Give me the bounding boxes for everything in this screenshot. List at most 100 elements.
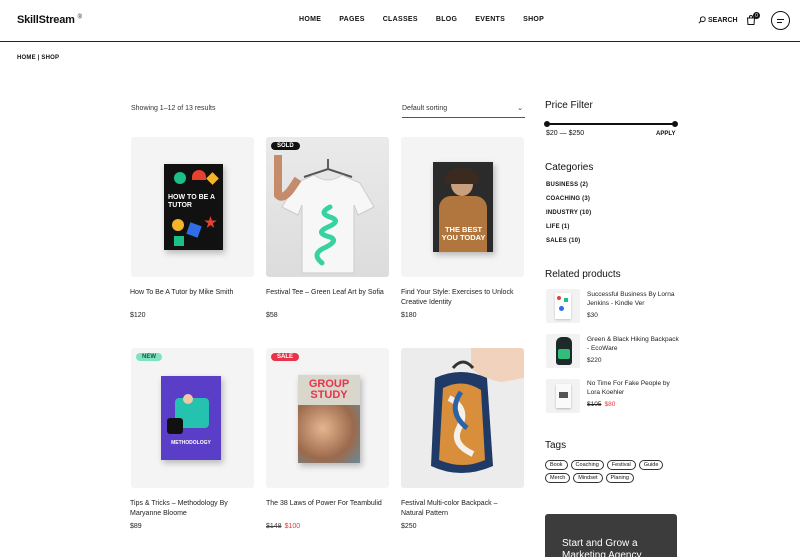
book-title: METHODOLOGY <box>171 440 211 446</box>
product-price: $250 <box>401 523 417 530</box>
related-products-heading: Related products <box>545 269 621 280</box>
backpack-thumbnail <box>556 337 572 365</box>
tag-merch[interactable]: Merch <box>545 473 571 483</box>
search-button[interactable]: SEARCH <box>698 16 738 24</box>
product-price: $180 <box>401 312 417 319</box>
book-cover: THE BEST YOU TODAY <box>433 162 493 252</box>
sorting-value: Default sorting <box>402 105 448 112</box>
category-link-coaching[interactable]: COACHING (3) <box>546 196 590 202</box>
nav-item-pages[interactable]: PAGES <box>339 16 365 23</box>
price-value: $120 <box>130 312 146 319</box>
tag-coaching[interactable]: Coaching <box>570 460 604 470</box>
related-product-price: $105 $80 <box>587 401 615 408</box>
product-image[interactable]: GROUP STUDY SALE <box>266 348 389 488</box>
sorting-select[interactable]: Default sorting ⌄ <box>402 102 525 118</box>
related-product-price: $30 <box>587 312 598 319</box>
category-link-industry[interactable]: INDUSTRY (10) <box>546 210 591 216</box>
related-product-price: $220 <box>587 357 602 364</box>
nav-item-events[interactable]: EVENTS <box>475 16 505 23</box>
sale-price: $100 <box>284 523 301 530</box>
promo-text: Start and Grow a Marketing Agency <box>562 538 642 557</box>
tag-cloud: Book Coaching Festival Guide Merch Minds… <box>545 460 675 483</box>
book-title: GROUP STUDY <box>308 378 350 401</box>
product-price: $58 <box>266 312 278 319</box>
product-price: $89 <box>130 523 142 530</box>
chevron-down-icon: ⌄ <box>517 105 523 112</box>
category-link-business[interactable]: BUSINESS (2) <box>546 182 588 188</box>
shape-decoration <box>186 222 202 238</box>
product-image[interactable]: SOLD <box>266 137 389 277</box>
tags-heading: Tags <box>545 440 567 451</box>
related-product-title[interactable]: Successful Business By Lorna Jenkins - K… <box>587 290 682 308</box>
search-icon <box>698 16 706 24</box>
category-link-life[interactable]: LIFE (1) <box>546 224 570 230</box>
related-product-title[interactable]: No Time For Fake People by Lora Koehler <box>587 379 682 397</box>
product-title[interactable]: Festival Multi-color Backpack – Natural … <box>401 499 521 519</box>
hands-photo <box>298 405 360 463</box>
related-product-thumbnail[interactable] <box>546 334 580 368</box>
tag-planing[interactable]: Planing <box>605 473 634 483</box>
nav-item-blog[interactable]: BLOG <box>436 16 457 23</box>
related-product-title[interactable]: Green & Black Hiking Backpack - EcoWare <box>587 335 682 353</box>
book-cover: GROUP STUDY <box>298 375 360 463</box>
product-title[interactable]: Tips & Tricks – Methodology By Maryanne … <box>130 499 250 519</box>
tag-festival[interactable]: Festival <box>606 460 636 470</box>
sale-price: $80 <box>604 401 616 408</box>
book-thumbnail <box>555 293 571 319</box>
site-header: SkillStream ® HOME PAGES CLASSES BLOG EV… <box>0 0 800 42</box>
t-shirt-photo <box>274 155 375 274</box>
nav-item-classes[interactable]: CLASSES <box>383 16 418 23</box>
hamburger-menu-button[interactable] <box>771 11 790 30</box>
cart-count-badge: 0 <box>753 12 760 19</box>
shape-decoration <box>206 172 219 185</box>
price-value: $250 <box>401 523 417 530</box>
sold-badge: SOLD <box>271 142 300 150</box>
shape-decoration <box>564 298 568 302</box>
result-count: Showing 1–12 of 13 results <box>131 105 216 112</box>
new-badge: NEW <box>136 353 162 361</box>
product-image[interactable]: HOW TO BE A TUTOR <box>131 137 254 277</box>
product-image[interactable] <box>401 348 524 488</box>
book-thumbnail <box>556 384 571 408</box>
product-title[interactable]: How To Be A Tutor by Mike Smith <box>130 288 250 298</box>
nav-item-shop[interactable]: SHOP <box>523 16 544 23</box>
tag-guide[interactable]: Guide <box>638 460 664 470</box>
categories-heading: Categories <box>545 162 594 173</box>
apply-filter-button[interactable]: APPLY <box>656 131 675 137</box>
shape-decoration <box>559 392 568 398</box>
shape-decoration <box>174 236 184 246</box>
backpack-photo <box>431 348 524 473</box>
promo-banner[interactable]: Start and Grow a Marketing Agency <box>545 514 677 557</box>
category-link-sales[interactable]: SALES (10) <box>546 238 580 244</box>
illustration <box>183 394 193 404</box>
portrait-hair <box>445 168 479 184</box>
illustration <box>167 418 183 434</box>
menu-icon <box>777 18 784 20</box>
product-price: $148 $100 <box>266 523 300 530</box>
sale-badge: SALE <box>271 353 300 361</box>
search-label: SEARCH <box>708 16 738 24</box>
site-logo[interactable]: SkillStream ® <box>17 14 82 26</box>
related-product-thumbnail[interactable] <box>546 289 580 323</box>
product-image[interactable]: THE BEST YOU TODAY <box>401 137 524 277</box>
price-value: $58 <box>266 312 278 319</box>
price-range-label: $20 — $250 <box>546 130 585 137</box>
tag-book[interactable]: Book <box>545 460 568 470</box>
product-image[interactable]: METHODOLOGY NEW <box>131 348 254 488</box>
old-price: $148 <box>266 523 282 530</box>
nav-item-home[interactable]: HOME <box>299 16 321 23</box>
related-product-thumbnail[interactable] <box>546 379 580 413</box>
product-title[interactable]: Festival Tee – Green Leaf Art by Sofia <box>266 288 386 298</box>
book-cover: HOW TO BE A TUTOR <box>164 164 223 250</box>
price-filter-heading: Price Filter <box>545 100 593 111</box>
product-title[interactable]: Find Your Style: Exercises to Unlock Cre… <box>401 288 521 308</box>
product-title[interactable]: The 38 Laws of Power For Teambulid <box>266 499 386 509</box>
breadcrumb[interactable]: HOME | SHOP <box>17 55 59 61</box>
pocket-shape <box>558 349 570 359</box>
book-title: HOW TO BE A TUTOR <box>168 194 215 209</box>
price-range-slider[interactable] <box>544 121 678 127</box>
shape-decoration <box>192 170 206 180</box>
tag-mindset[interactable]: Mindset <box>573 473 603 483</box>
portrait-jacket <box>439 196 487 252</box>
main-nav: HOME PAGES CLASSES BLOG EVENTS SHOP <box>299 16 562 23</box>
